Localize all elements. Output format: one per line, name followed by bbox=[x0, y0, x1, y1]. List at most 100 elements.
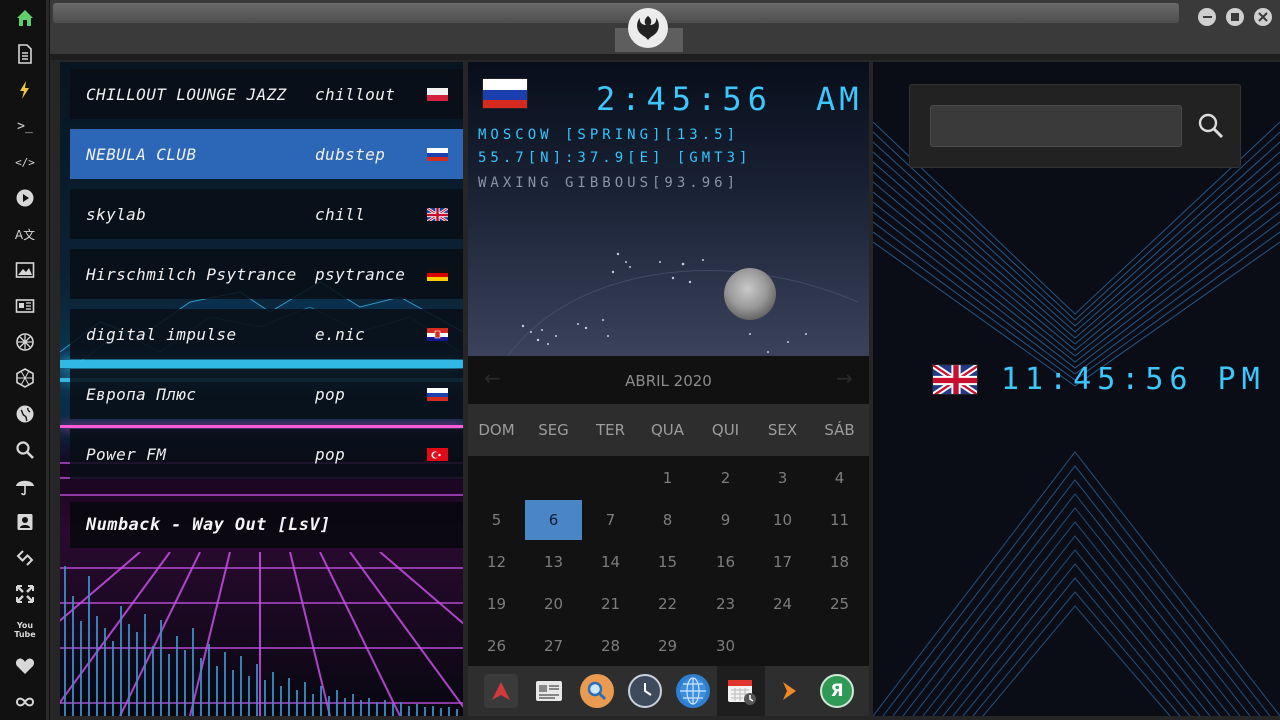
news-icon[interactable] bbox=[13, 294, 37, 318]
calendar-next-button[interactable]: → bbox=[836, 366, 853, 390]
hexagon-icon[interactable] bbox=[13, 366, 37, 390]
calendar-day[interactable]: 23 bbox=[697, 584, 754, 624]
calendar-day[interactable]: 16 bbox=[697, 542, 754, 582]
contact-card-icon[interactable] bbox=[13, 510, 37, 534]
station-row[interactable]: digital impulse e.nic bbox=[70, 309, 463, 359]
calendar-day[interactable]: 24 bbox=[754, 584, 811, 624]
calendar-day[interactable]: 26 bbox=[468, 626, 525, 666]
play-icon[interactable] bbox=[13, 186, 37, 210]
calendar-day[interactable]: 30 bbox=[697, 626, 754, 666]
calendar-day[interactable]: 10 bbox=[754, 500, 811, 540]
turkey-flag-icon bbox=[427, 447, 448, 461]
station-name: Hirschmilch Psytrance bbox=[86, 264, 297, 284]
radio-panel: CHILLOUT LOUNGE JAZZ chillout NEBULA CLU… bbox=[60, 62, 463, 716]
lightning-icon[interactable] bbox=[13, 78, 37, 102]
calendar-day[interactable]: 12 bbox=[468, 542, 525, 582]
link-icon[interactable] bbox=[13, 546, 37, 570]
calendar-day[interactable]: 18 bbox=[811, 542, 868, 582]
calendar-day[interactable]: 7 bbox=[582, 500, 639, 540]
moscow-ampm: AM bbox=[816, 80, 863, 118]
home-icon[interactable] bbox=[13, 6, 37, 30]
calendar-day[interactable]: 27 bbox=[525, 626, 582, 666]
calendar-day[interactable]: 13 bbox=[525, 542, 582, 582]
station-name: NEBULA CLUB bbox=[86, 144, 197, 164]
code-icon[interactable]: </> bbox=[13, 150, 37, 174]
top-bar bbox=[50, 0, 1280, 56]
calendar-day[interactable]: 9 bbox=[697, 500, 754, 540]
search-app-icon[interactable] bbox=[580, 674, 614, 708]
yandex-icon[interactable]: Я bbox=[820, 674, 854, 708]
weekday-label: QUI bbox=[711, 421, 740, 439]
close-button[interactable] bbox=[1254, 8, 1272, 26]
terminal-icon[interactable]: >_ bbox=[13, 114, 37, 138]
station-name: Европа Плюс bbox=[86, 384, 197, 404]
search-widget bbox=[909, 84, 1241, 168]
calendar-day[interactable]: 2 bbox=[697, 458, 754, 498]
calendar-day[interactable]: 25 bbox=[811, 584, 868, 624]
image-icon[interactable] bbox=[13, 258, 37, 282]
moscow-time: 2:45:56 bbox=[596, 80, 773, 118]
calendar-day[interactable]: 8 bbox=[639, 500, 696, 540]
station-row[interactable]: Европа Плюс pop bbox=[70, 369, 463, 419]
arch-icon[interactable] bbox=[484, 674, 518, 708]
search-input[interactable] bbox=[930, 105, 1182, 147]
arrow-app-icon[interactable] bbox=[772, 674, 806, 708]
calendar-day[interactable]: 29 bbox=[639, 626, 696, 666]
calendar-day[interactable]: 22 bbox=[639, 584, 696, 624]
calendar-day[interactable]: 11 bbox=[811, 500, 868, 540]
poland-flag-icon bbox=[427, 87, 448, 101]
station-row[interactable]: Hirschmilch Psytrance psytrance bbox=[70, 249, 463, 299]
calendar-day[interactable]: 28 bbox=[582, 626, 639, 666]
moon-image bbox=[724, 268, 776, 320]
heart-icon[interactable] bbox=[13, 654, 37, 678]
maximize-button[interactable] bbox=[1226, 8, 1244, 26]
sidebar-scrollbar[interactable] bbox=[46, 0, 49, 720]
station-row[interactable]: Power FM pop bbox=[70, 429, 463, 479]
calendar-day[interactable]: 14 bbox=[582, 542, 639, 582]
umbrella-icon[interactable] bbox=[13, 474, 37, 498]
jedi-order-icon[interactable] bbox=[13, 330, 37, 354]
germany-flag-icon bbox=[427, 267, 448, 281]
calendar-day[interactable]: 20 bbox=[525, 584, 582, 624]
station-name: digital impulse bbox=[86, 324, 237, 344]
rebel-alliance-icon[interactable] bbox=[628, 8, 668, 48]
calendar-day[interactable]: 21 bbox=[582, 584, 639, 624]
top-address-bar[interactable] bbox=[53, 3, 1179, 23]
globe-icon[interactable] bbox=[13, 402, 37, 426]
search-button[interactable] bbox=[1190, 105, 1232, 147]
search-icon[interactable] bbox=[13, 438, 37, 462]
calendar-day[interactable]: 17 bbox=[754, 542, 811, 582]
calendar-day[interactable]: 5 bbox=[468, 500, 525, 540]
globe-app-icon[interactable] bbox=[676, 674, 710, 708]
calendar-app-icon[interactable] bbox=[724, 674, 758, 708]
news-reader-icon[interactable] bbox=[532, 674, 566, 708]
london-time: 11:45:56 PM bbox=[1001, 362, 1266, 397]
search-icon bbox=[1198, 113, 1224, 139]
minimize-button[interactable] bbox=[1198, 8, 1216, 26]
station-row[interactable]: CHILLOUT LOUNGE JAZZ chillout bbox=[70, 69, 463, 119]
calendar-day[interactable]: 3 bbox=[754, 458, 811, 498]
calendar-day[interactable]: 19 bbox=[468, 584, 525, 624]
croatia-flag-icon bbox=[427, 327, 448, 341]
expand-icon[interactable] bbox=[13, 582, 37, 606]
clock-app-icon[interactable] bbox=[628, 674, 662, 708]
coordinates-text: 55.7[N]:37.9[E] [GMT3] bbox=[478, 150, 752, 166]
location-season-text: MOSCOW [SPRING][13.5] bbox=[478, 127, 740, 143]
uk-flag-icon bbox=[932, 364, 978, 395]
translate-icon[interactable]: A文 bbox=[13, 222, 37, 246]
weekday-label: SÁB bbox=[824, 421, 855, 439]
calendar-day[interactable]: 4 bbox=[811, 458, 868, 498]
calendar-day[interactable]: 15 bbox=[639, 542, 696, 582]
russia-flag-icon bbox=[482, 78, 528, 109]
sidebar: >_ </> A文 You Tube bbox=[0, 0, 50, 720]
weekday-label: SEG bbox=[538, 421, 569, 439]
calendar-day-today[interactable]: 6 bbox=[525, 500, 582, 540]
station-row-active[interactable]: NEBULA CLUB dubstep bbox=[70, 129, 463, 179]
infinity-icon[interactable] bbox=[13, 690, 37, 714]
top-divider bbox=[50, 54, 1280, 60]
calendar-day[interactable]: 1 bbox=[639, 458, 696, 498]
youtube-icon[interactable]: You Tube bbox=[13, 618, 37, 642]
document-icon[interactable] bbox=[13, 42, 37, 66]
station-row[interactable]: skylab chill bbox=[70, 189, 463, 239]
station-name: skylab bbox=[86, 204, 147, 224]
